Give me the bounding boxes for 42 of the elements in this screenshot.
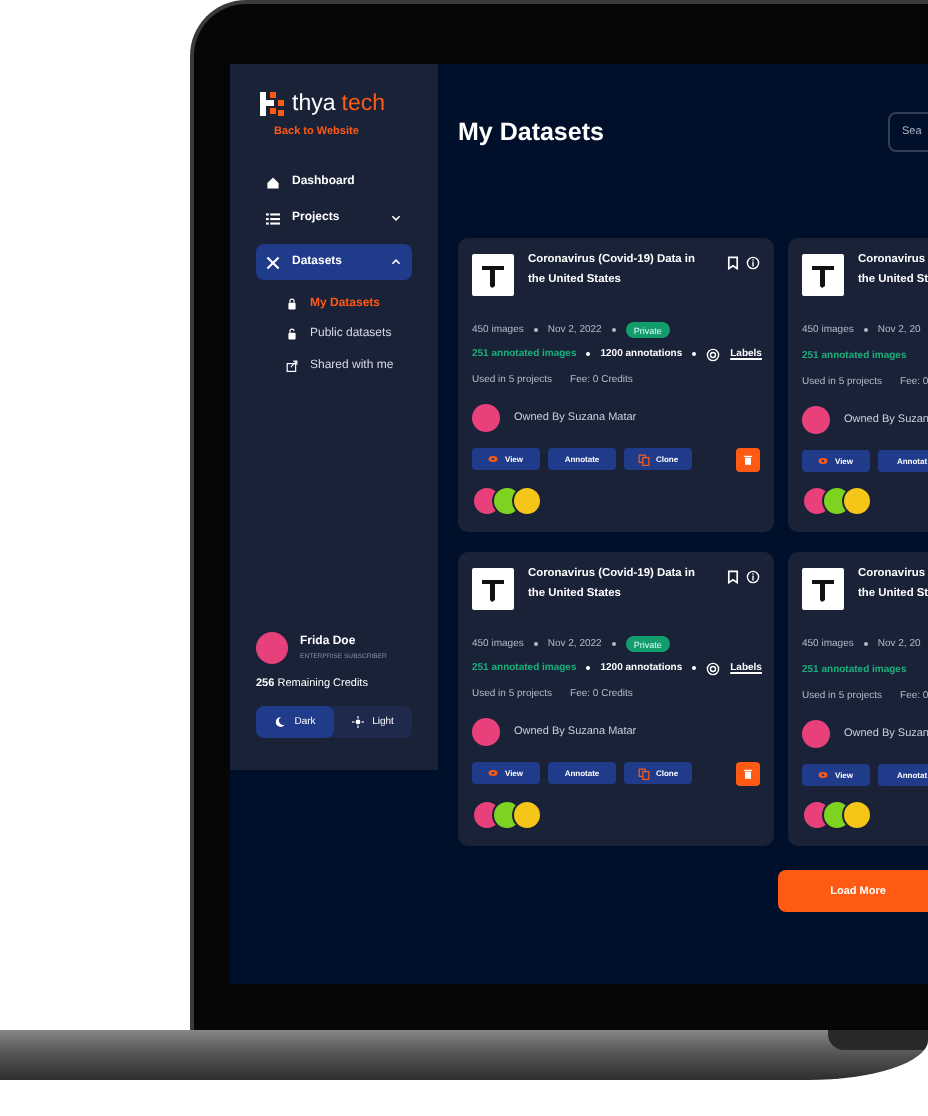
logo-text: thya <box>292 92 336 116</box>
logo-icon <box>260 92 286 116</box>
trash-icon <box>742 453 754 466</box>
delete-button[interactable] <box>736 761 760 786</box>
sun-icon <box>352 716 365 728</box>
newspaper-logo-icon <box>472 568 514 610</box>
chevron-down-icon <box>390 212 402 224</box>
owner-avatar <box>802 406 830 435</box>
owner-avatar <box>472 403 500 432</box>
chevron-up-icon <box>390 256 402 268</box>
logo-text: tech <box>341 92 385 116</box>
eye-icon <box>818 770 829 781</box>
trash-icon <box>742 767 754 780</box>
collaborator-avatars <box>472 799 542 830</box>
delete-button[interactable] <box>736 447 760 472</box>
info-icon <box>746 570 760 584</box>
eye-icon <box>488 454 499 465</box>
eye-icon <box>818 456 829 467</box>
collaborator-avatars <box>472 485 542 516</box>
eye-icon <box>488 768 499 779</box>
share-icon <box>286 359 298 372</box>
copy-icon <box>637 453 650 466</box>
page-title: My Datasets <box>458 118 606 146</box>
collaborator-avatars <box>802 800 872 831</box>
home-icon <box>266 175 280 189</box>
bookmark-icon <box>726 570 740 584</box>
newspaper-logo-icon <box>472 254 514 296</box>
copy-icon <box>637 767 650 780</box>
newspaper-logo-icon <box>802 568 844 610</box>
user-avatar <box>256 632 288 664</box>
bookmark-icon <box>726 256 740 270</box>
collaborator-avatars <box>802 486 872 517</box>
owner-avatar <box>802 720 830 749</box>
lock-icon <box>286 297 298 310</box>
owner-avatar <box>472 717 500 746</box>
labels-icon <box>706 661 721 676</box>
info-icon <box>746 256 760 270</box>
newspaper-logo-icon <box>802 254 844 296</box>
moon-icon <box>274 716 287 728</box>
lock-icon <box>286 328 298 341</box>
list-icon <box>266 211 280 225</box>
labels-icon <box>706 347 721 362</box>
